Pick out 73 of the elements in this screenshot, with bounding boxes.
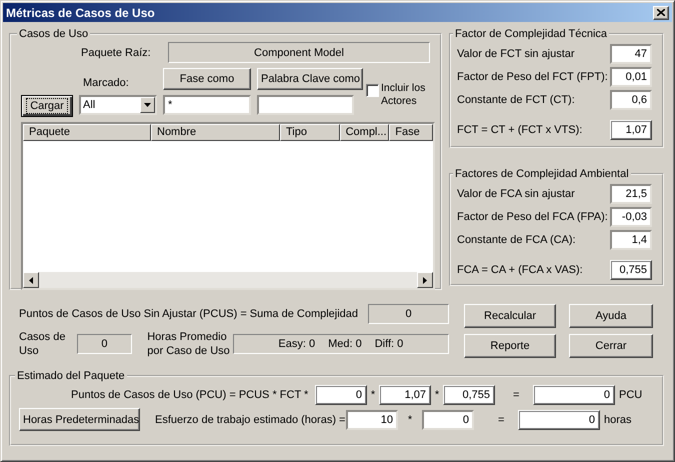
pcu-result-field: 0 (533, 385, 615, 405)
dialog-button[interactable]: Ayuda (569, 304, 653, 328)
factor-input[interactable]: 0,01 (610, 67, 652, 87)
factor-label: FCT = CT + (FCT x VTS): (457, 124, 582, 136)
group-title: Casos de Uso (18, 28, 90, 40)
equals-sign: = (513, 389, 520, 401)
column-header[interactable]: Paquete (23, 124, 151, 141)
dialog-button[interactable]: Cerrar (569, 334, 653, 358)
pcu-factor-field: 0 (315, 385, 367, 405)
root-package-label: Paquete Raíz: (81, 46, 152, 58)
column-header[interactable]: Nombre (151, 124, 280, 141)
pcu-label: Puntos de Casos de Uso (PCU) = PCUS * FCT * (71, 389, 310, 401)
root-package-field: Component Model (168, 42, 430, 63)
include-actors-checkbox[interactable] (366, 84, 379, 97)
column-header[interactable]: Compl... (340, 124, 390, 141)
keyword-input[interactable] (257, 95, 354, 115)
pcus-label: Puntos de Casos de Uso Sin Ajustar (PCUS) = Suma de Complejidad (19, 308, 358, 320)
dialog-button[interactable]: Reporte (464, 334, 556, 358)
unit-label: PCU (619, 389, 642, 401)
group-title: Factor de Complejidad Técnica (454, 28, 608, 40)
effort-label: Esfuerzo de trabajo estimado (horas) = (155, 414, 346, 426)
hours-result-field: 0 (518, 410, 600, 430)
pcus-field: 0 (368, 304, 449, 324)
column-header[interactable]: Fase (389, 124, 433, 141)
keyword-button[interactable]: Palabra Clave como (257, 68, 363, 90)
column-header[interactable]: Tipo (280, 124, 340, 141)
dialog-button[interactable]: Recalcular (464, 304, 556, 328)
average-hours-label: Horas Promedio por Caso de Uso (147, 330, 231, 358)
factor-label: Valor de FCT sin ajustar (457, 48, 575, 60)
phase-input[interactable]: * (163, 95, 251, 115)
use-case-count-field: 0 (76, 334, 132, 354)
factor-label: Factor de Peso del FCA (FPA): (457, 211, 608, 223)
use-case-list[interactable]: Paquete Nombre Tipo Compl... Fase (21, 122, 435, 290)
factor-input[interactable]: 47 (610, 44, 652, 64)
factor-label: Factor de Peso del FCT (FPT): (457, 71, 608, 83)
factor-input[interactable]: 21,5 (610, 184, 652, 204)
window-title: Métricas de Casos de Uso (6, 6, 155, 20)
factor-input[interactable]: -0,03 (610, 207, 652, 227)
factor-label: FCA = CA + (FCA x VAS): (457, 264, 583, 276)
multiply-sign: * (406, 414, 414, 426)
factor-label: Valor de FCA sin ajustar (457, 188, 575, 200)
horizontal-scrollbar[interactable] (23, 272, 433, 288)
close-icon (657, 9, 665, 16)
marked-label: Marcado: (82, 77, 130, 90)
phase-button[interactable]: Fase como (163, 68, 251, 90)
multiply-sign: * (370, 389, 376, 401)
factor-label: Constante de FCT (CT): (457, 94, 575, 106)
pcu-factor-field: 1,07 (379, 385, 431, 405)
average-hours-value: Easy: 0 (278, 338, 316, 350)
group-title: Factores de Complejidad Ambiental (454, 168, 630, 180)
default-hours-button[interactable]: Horas Predeterminadas (19, 408, 140, 431)
group-title: Estimado del Paquete (16, 370, 126, 382)
average-hours-value: Med: 0 (328, 338, 362, 350)
scroll-left-icon (29, 276, 33, 284)
dropdown-arrow-icon (144, 103, 151, 107)
unit-label: horas (604, 414, 632, 426)
factor-label: Constante de FCA (CA): (457, 234, 576, 246)
result-field: 1,07 (610, 120, 652, 140)
close-button[interactable] (653, 6, 669, 20)
include-actors-label: Incluir los Actores (381, 82, 426, 108)
use-case-count-label: Casos de Uso (19, 330, 66, 358)
equals-sign: = (498, 414, 506, 426)
multiply-sign: * (434, 389, 440, 401)
load-button[interactable]: Cargar (21, 95, 73, 117)
factor-input[interactable]: 1,4 (610, 230, 652, 250)
result-field: 0,755 (610, 260, 652, 280)
factor-input[interactable]: 0,6 (610, 90, 652, 110)
effort-factor-field[interactable]: 10 (346, 410, 398, 430)
marked-dropdown[interactable]: All (79, 95, 157, 115)
average-hours-value: Diff: 0 (374, 338, 404, 350)
pcu-factor-field: 0,755 (443, 385, 495, 405)
scroll-right-icon (423, 276, 427, 284)
effort-factor-field[interactable]: 0 (422, 410, 474, 430)
